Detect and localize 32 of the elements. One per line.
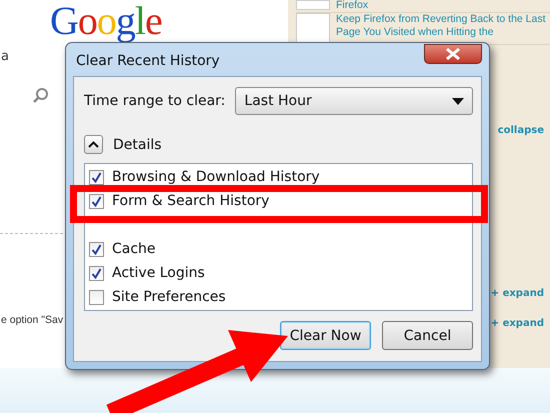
logo: Google — [50, 0, 162, 42]
checkbox-label: Form & Search History — [112, 193, 270, 209]
checkbox[interactable] — [89, 242, 104, 256]
article-link[interactable]: Keep Firefox from Reverting Back to the Last Page You Visited when Hitting the — [336, 13, 550, 39]
dialog-title: Clear Recent History — [75, 52, 220, 69]
article-link[interactable]: Firefox — [336, 0, 368, 11]
expand-link[interactable]: + expand — [490, 318, 544, 329]
checkbox-label: Active Logins — [112, 265, 205, 281]
expand-link[interactable]: + expand — [490, 288, 544, 299]
page-text: a — [1, 49, 9, 64]
field-label: Time range to clear: — [84, 93, 226, 109]
thumbnail — [296, 13, 330, 43]
checkbox-label: Browsing & Download History — [112, 169, 320, 185]
checkbox[interactable] — [89, 266, 104, 280]
caret-icon — [452, 98, 464, 104]
page-text: e option "Sav — [1, 314, 64, 326]
checkbox[interactable] — [89, 290, 104, 304]
checkbox[interactable] — [89, 170, 104, 184]
collapse-link[interactable]: collapse — [498, 125, 544, 136]
time-range-dropdown[interactable]: Last Hour — [235, 87, 473, 115]
dialog-button[interactable]: Clear Now — [280, 321, 371, 350]
dialog-button[interactable]: Cancel — [382, 321, 473, 350]
checkbox[interactable] — [89, 194, 104, 208]
details-label: Details — [113, 136, 162, 152]
checkbox-label: Site Preferences — [112, 289, 226, 305]
close-button[interactable] — [424, 44, 482, 64]
checkbox-label: Cache — [112, 241, 156, 257]
zoom-icon — [33, 87, 49, 103]
close-icon — [444, 46, 462, 60]
details-toggle[interactable] — [84, 135, 103, 154]
thumbnail — [296, 0, 330, 10]
chevron-up-icon — [88, 141, 99, 148]
